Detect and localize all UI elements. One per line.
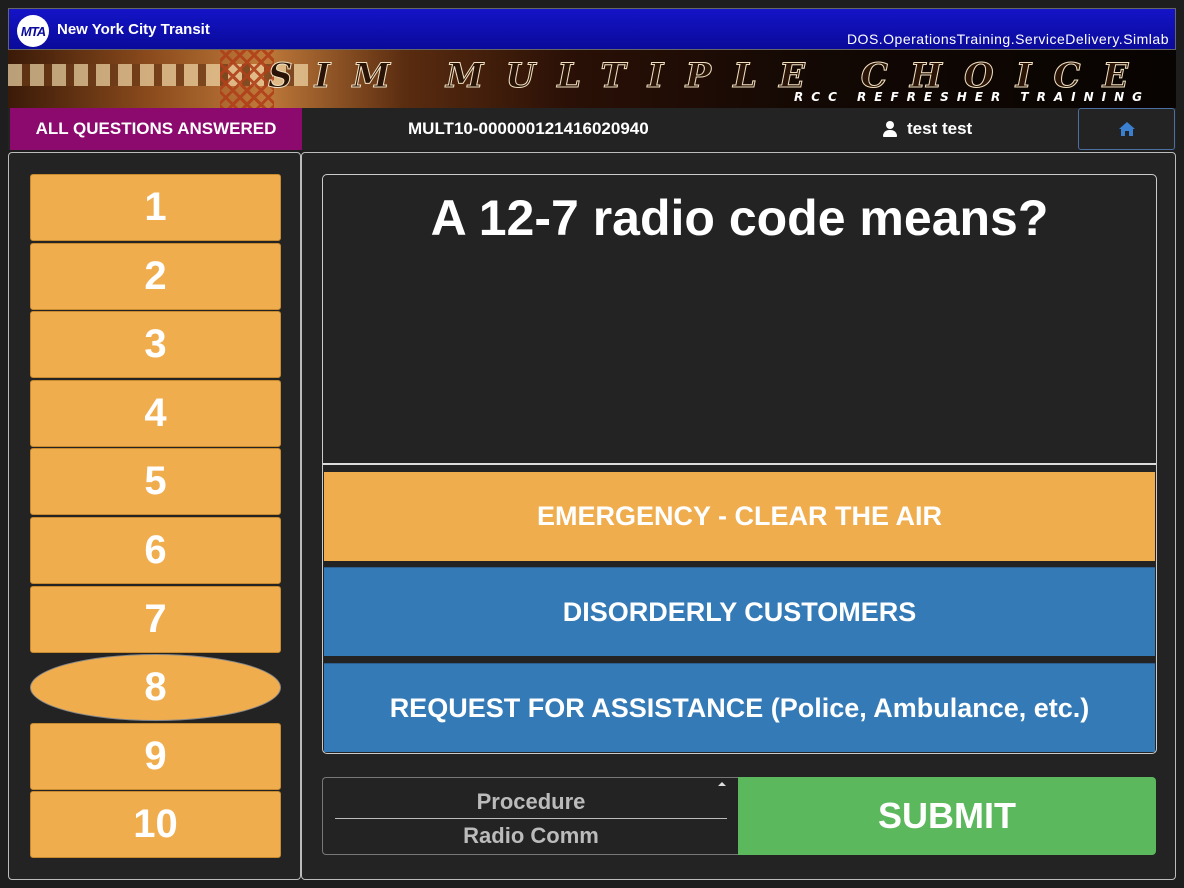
category-option-radio-comm[interactable]: Radio Comm (335, 823, 727, 849)
question-panel: A 12-7 radio code means? EMERGENCY - CLE… (301, 152, 1176, 880)
status-bar: ALL QUESTIONS ANSWERED MULT10-0000001214… (8, 108, 1176, 150)
session-id: MULT10-000000121416020940 (408, 119, 649, 138)
question-button-2[interactable]: 2 (30, 243, 281, 310)
tower-graphic (220, 50, 274, 108)
agency-name: New York City Transit (57, 21, 210, 38)
question-button-6[interactable]: 6 (30, 517, 281, 584)
category-select[interactable]: Procedure Radio Comm (322, 777, 739, 855)
answer-option-2[interactable]: DISORDERLY CUSTOMERS (324, 567, 1155, 656)
system-name: DOS.OperationsTraining.ServiceDelivery.S… (846, 31, 1169, 47)
question-card: A 12-7 radio code means? EMERGENCY - CLE… (322, 174, 1157, 754)
status-badge: ALL QUESTIONS ANSWERED (10, 108, 302, 150)
question-button-3[interactable]: 3 (30, 311, 281, 378)
answer-option-1[interactable]: EMERGENCY - CLEAR THE AIR (324, 472, 1155, 561)
home-icon (1118, 122, 1135, 136)
question-button-5[interactable]: 5 (30, 448, 281, 515)
question-button-1[interactable]: 1 (30, 174, 281, 241)
answer-option-3[interactable]: REQUEST FOR ASSISTANCE (Police, Ambulanc… (324, 663, 1155, 752)
top-bar: MTA New York City Transit DOS.Operations… (8, 8, 1176, 50)
question-button-8-current[interactable]: 8 (30, 654, 281, 721)
question-button-7[interactable]: 7 (30, 586, 281, 653)
scroll-up-icon[interactable] (718, 782, 726, 786)
question-button-9[interactable]: 9 (30, 723, 281, 790)
question-text: A 12-7 radio code means? (430, 190, 1049, 246)
title-banner: SIM MULTIPLE CHOICE RCC REFRESHER TRAINI… (8, 50, 1176, 108)
question-button-4[interactable]: 4 (30, 380, 281, 447)
divider (335, 818, 727, 819)
user-info: test test (882, 119, 972, 139)
mta-logo: MTA (17, 15, 49, 47)
question-button-10[interactable]: 10 (30, 791, 281, 858)
user-icon (882, 121, 898, 137)
question-navigator: 1 2 3 4 5 6 7 8 9 10 (8, 152, 301, 880)
home-button[interactable] (1078, 108, 1175, 150)
submit-button[interactable]: SUBMIT (738, 777, 1156, 855)
user-name: test test (907, 119, 973, 138)
divider (323, 463, 1156, 465)
banner-subtitle: RCC REFRESHER TRAINING (794, 90, 1150, 104)
category-option-procedure[interactable]: Procedure (335, 789, 727, 815)
